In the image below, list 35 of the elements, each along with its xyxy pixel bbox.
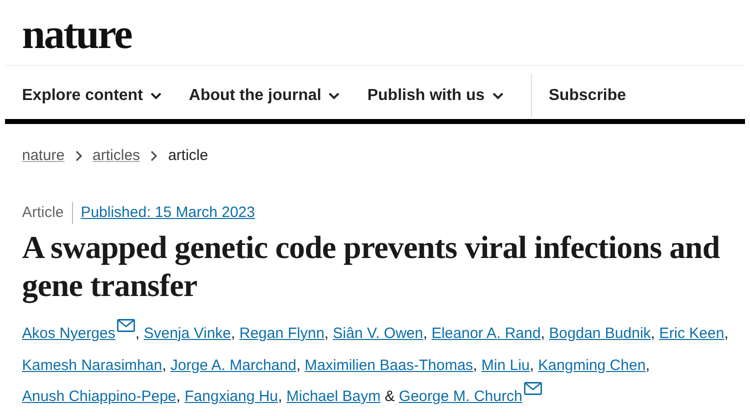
author-link[interactable]: Jorge A. Marchand (170, 356, 296, 374)
author-link[interactable]: Bogdan Budnik (549, 325, 651, 342)
author-link[interactable]: Fangxiang Hu (184, 388, 278, 405)
article-title: A swapped genetic code prevents viral infections and gene transfer (22, 228, 721, 304)
mail-icon[interactable] (117, 319, 136, 332)
nav-menu-button[interactable]: Explore content (22, 72, 162, 119)
author-link[interactable]: Michael Baym (286, 388, 381, 405)
author-link[interactable]: Regan Flynn (239, 325, 324, 342)
author-link[interactable]: Maximilien Baas-Thomas (304, 356, 474, 374)
breadcrumb-link[interactable]: nature (22, 146, 65, 166)
article-type: Article (22, 203, 65, 223)
author-link[interactable]: Min Liu (481, 356, 530, 374)
author-link[interactable]: Kangming Chen (538, 356, 646, 374)
chevron-down-icon (492, 92, 504, 100)
chevron-down-icon (150, 92, 162, 100)
published-date-link[interactable]: Published: 15 March 2023 (80, 203, 255, 223)
author-link[interactable]: Kamesh Narasimhan (22, 356, 162, 374)
author-link[interactable]: Anush Chiappino-Pepe (22, 388, 176, 405)
chevron-down-icon (328, 92, 340, 100)
breadcrumb-current: article (168, 146, 208, 166)
author-list: Akos Nyerges , Svenja Vinke, Regan Flynn, Siân V. Owen, Eleanor A. Rand, Bogdan Budnik, Eric Keen, Kamesh Narasimhan, Jorge A. Marchand, Maximilien Baas-Thomas, Min Liu, Kangming Chen, Anush Chiappino-Pepe, Fangxiang Hu, Michael Baym & George M. Church (22, 318, 734, 412)
nav-menu-button[interactable]: About the journal (188, 72, 340, 119)
author-link[interactable]: George M. Church (398, 388, 522, 405)
chevron-right-icon (150, 150, 158, 162)
author-link[interactable]: Svenja Vinke (144, 325, 232, 342)
author-link[interactable]: Eleanor A. Rand (431, 325, 541, 342)
author-link[interactable]: Eric Keen (659, 325, 724, 342)
nav-menu-button[interactable]: Publish with us (367, 72, 504, 119)
logo[interactable]: nature (22, 14, 132, 56)
chevron-right-icon (74, 150, 83, 162)
author-link[interactable]: Akos Nyerges (22, 325, 116, 342)
author-link[interactable]: Siân V. Owen (332, 325, 424, 342)
breadcrumb-link[interactable]: articles (92, 146, 140, 166)
nav-link[interactable]: Subscribe (548, 72, 626, 119)
mail-icon[interactable] (524, 382, 542, 395)
